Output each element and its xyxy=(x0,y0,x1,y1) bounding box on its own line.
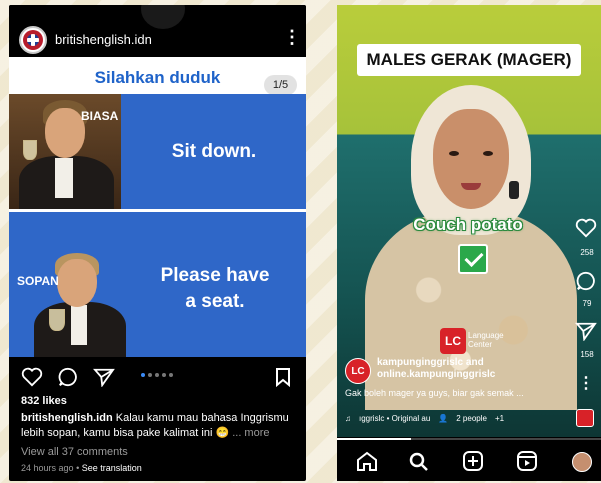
username[interactable]: britishenglish.idn xyxy=(55,32,152,47)
bookmark-icon[interactable] xyxy=(275,367,291,387)
author-line1: kampunginggrislc and xyxy=(377,357,484,368)
caption-username[interactable]: britishenglish.idn xyxy=(21,412,113,424)
instagram-post-screen: britishenglish.idn ⋮ Silahkan duduk 1/5 … xyxy=(9,5,306,481)
panel-casual: BIASA Sit down. xyxy=(9,94,306,209)
uk-flag-icon xyxy=(27,34,39,46)
post-time: 24 hours ago • See translation xyxy=(21,463,142,473)
phrase-polite-line2: a seat. xyxy=(185,291,245,312)
reel-video[interactable]: MALES GERAK (MAGER) Couch potato LC Lang… xyxy=(337,5,601,437)
slide-counter: 1/5 xyxy=(264,75,297,95)
carousel-dot xyxy=(155,373,159,377)
home-icon[interactable] xyxy=(355,450,379,472)
post-image[interactable]: Silahkan duduk 1/5 BIASA Sit down. SOPAN… xyxy=(9,57,306,357)
audio-thumbnail[interactable] xyxy=(576,409,594,427)
comment-icon[interactable] xyxy=(57,367,79,387)
search-icon[interactable] xyxy=(407,450,431,472)
author-line2: online.kampunginggrislc xyxy=(377,369,496,380)
presenter-eye xyxy=(449,151,459,156)
instagram-reel-screen: MALES GERAK (MAGER) Couch potato LC Lang… xyxy=(337,5,601,481)
reel-progress-bar[interactable] xyxy=(337,438,601,440)
mic-icon xyxy=(509,181,519,199)
post-actions xyxy=(9,357,306,397)
avatar[interactable] xyxy=(19,26,47,54)
music-icon: ♫ xyxy=(345,414,351,423)
phrase-casual: Sit down. xyxy=(171,141,257,162)
check-icon xyxy=(458,244,488,274)
man-raising-glass-figure xyxy=(29,247,129,357)
audio-label[interactable]: ıggrislc • Original au xyxy=(359,414,430,423)
person-icon: 👤 xyxy=(438,414,449,423)
reels-icon[interactable] xyxy=(515,450,539,472)
see-translation-link[interactable]: See translation xyxy=(82,463,142,473)
people-label[interactable]: 2 people xyxy=(456,414,487,423)
lc-logo: LC xyxy=(440,328,466,354)
comment-icon[interactable] xyxy=(575,271,597,291)
heart-icon[interactable] xyxy=(21,367,43,387)
carousel-dot xyxy=(162,373,166,377)
bottom-nav xyxy=(337,442,601,481)
post-header: britishenglish.idn ⋮ xyxy=(9,5,306,57)
author-names[interactable]: kampunginggrislc and online.kampunginggr… xyxy=(377,357,495,381)
tag-casual: BIASA xyxy=(81,109,119,123)
lc-logo-text: Language Center xyxy=(468,331,504,349)
profile-avatar[interactable] xyxy=(572,452,592,472)
panel-polite: SOPAN Please have a seat. xyxy=(9,212,306,357)
more-vert-icon[interactable]: ⋮ xyxy=(578,373,594,393)
comments-count: 79 xyxy=(582,299,592,308)
likes-count: 258 xyxy=(580,248,594,257)
carousel-dot xyxy=(169,373,173,377)
overlay-phrase: Couch potato xyxy=(413,215,523,234)
presenter-face xyxy=(433,109,509,209)
author-avatar[interactable]: LC xyxy=(345,358,371,384)
plus-label[interactable]: +1 xyxy=(495,414,504,423)
shares-count: 158 xyxy=(580,350,594,359)
lc-logo-text-line1: Language xyxy=(468,331,504,340)
reel-description[interactable]: Gak boleh mager ya guys, biar gak semak … xyxy=(345,388,555,398)
carousel-dot xyxy=(148,373,152,377)
more-vert-icon[interactable]: ⋮ xyxy=(283,27,301,48)
share-icon[interactable] xyxy=(93,367,115,387)
tag-polite: SOPAN xyxy=(17,274,59,288)
presenter-eye xyxy=(483,151,493,156)
view-comments-link[interactable]: View all 37 comments xyxy=(21,446,128,458)
reel-progress-fill xyxy=(337,438,411,440)
create-icon[interactable] xyxy=(461,450,485,472)
phrase-polite-line1: Please have xyxy=(160,265,270,286)
reel-banner: MALES GERAK (MAGER) xyxy=(357,44,581,76)
timestamp: 24 hours ago xyxy=(21,463,74,473)
caption-more-link[interactable]: ... more xyxy=(232,427,269,439)
carousel-dots xyxy=(141,373,173,377)
heart-icon[interactable] xyxy=(575,218,597,238)
slide-title: Silahkan duduk xyxy=(94,68,221,87)
likes-count[interactable]: 832 likes xyxy=(21,395,67,407)
reel-meta: ♫ ıggrislc • Original au 👤 2 people +1 xyxy=(345,414,504,423)
camera-notch xyxy=(141,5,185,29)
lc-logo-text-line2: Center xyxy=(468,340,493,349)
carousel-dot xyxy=(141,373,145,377)
caption: britishenglish.idn Kalau kamu mau bahasa… xyxy=(21,411,301,441)
share-icon[interactable] xyxy=(575,321,597,341)
